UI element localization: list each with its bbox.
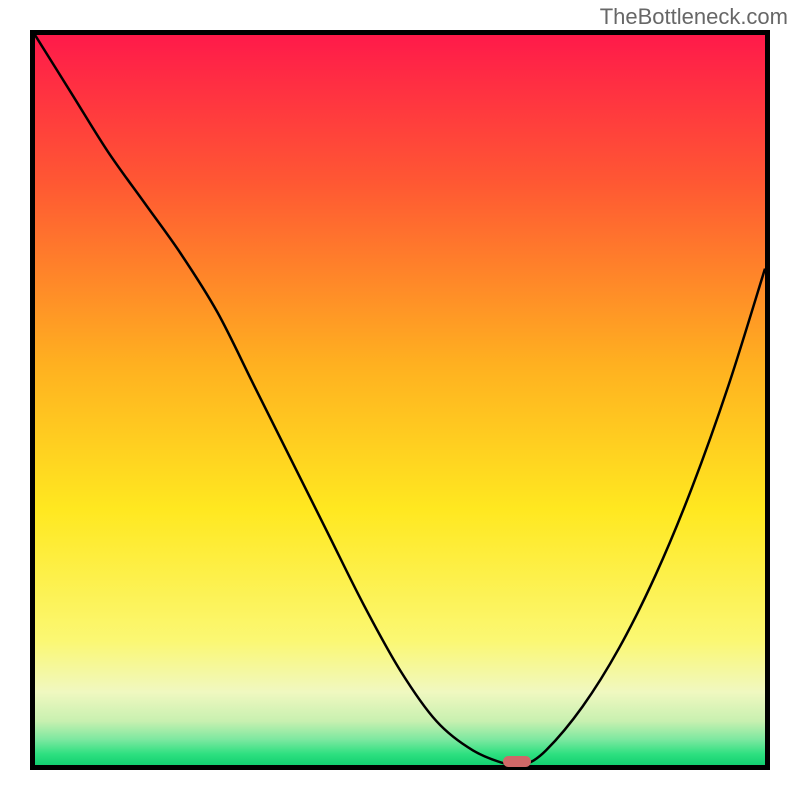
watermark-text: TheBottleneck.com [600,4,788,30]
bottleneck-curve [35,35,765,765]
optimum-marker [503,756,531,767]
chart-frame [30,30,770,770]
